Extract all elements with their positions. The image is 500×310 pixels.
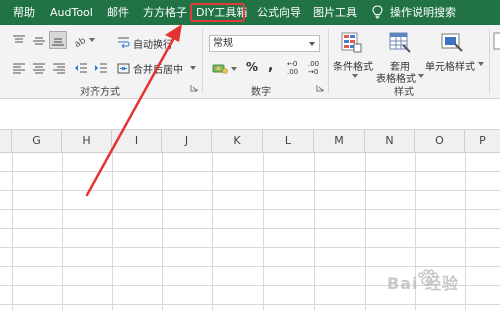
baidu-watermark: Bai 经验	[385, 260, 485, 300]
watermark-text: Bai 经验	[387, 274, 460, 293]
